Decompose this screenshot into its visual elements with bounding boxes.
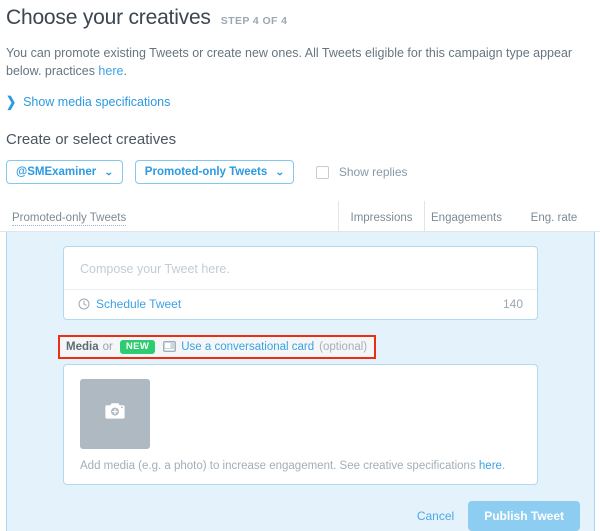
media-help-text-2: . — [501, 459, 506, 472]
best-practices-link[interactable]: here — [98, 64, 123, 78]
column-header-tweets-label[interactable]: Promoted-only Tweets — [12, 212, 127, 226]
composer-panel: Compose your Tweet here. Schedule Tweet … — [6, 232, 595, 531]
creative-specifications-link[interactable]: here — [479, 460, 502, 472]
creatives-step-page: Choose your creatives STEP 4 OF 4 You ca… — [0, 0, 600, 531]
page-title: Choose your creatives — [6, 6, 211, 29]
media-label-row: Media or NEW Use a conversational card (… — [58, 335, 377, 359]
tweet-type-dropdown-label: Promoted-only Tweets — [144, 166, 268, 178]
schedule-tweet-button[interactable]: Schedule Tweet — [78, 297, 181, 311]
media-help-text: Add media (e.g. a photo) to increase eng… — [80, 460, 521, 472]
media-upload-card: Add media (e.g. a photo) to increase eng… — [63, 363, 538, 485]
show-media-specifications-label: Show media specifications — [23, 95, 171, 109]
show-media-specifications-toggle[interactable]: ❯ Show media specifications — [6, 93, 171, 111]
media-or-text: or — [102, 340, 113, 353]
composer-actions: Cancel Publish Tweet — [7, 500, 580, 531]
cancel-button[interactable]: Cancel — [417, 509, 468, 523]
publish-tweet-button[interactable]: Publish Tweet — [468, 500, 580, 531]
conversational-card-icon — [163, 341, 177, 353]
intro-text-3: . — [123, 64, 127, 78]
column-header-impressions: Impressions — [338, 201, 424, 231]
camera-icon — [104, 402, 126, 425]
account-dropdown-label: @SMExaminer — [16, 166, 97, 178]
media-help-text-1: Add media (e.g. a photo) to increase eng… — [80, 459, 479, 472]
show-replies-label: Show replies — [338, 165, 408, 179]
chevron-down-icon: ⌄ — [275, 166, 285, 177]
media-label: Media — [66, 340, 99, 353]
clock-icon — [78, 298, 90, 310]
compose-tweet-input[interactable]: Compose your Tweet here. — [64, 247, 537, 289]
page-header: Choose your creatives STEP 4 OF 4 — [0, 0, 600, 30]
column-header-tweets: Promoted-only Tweets — [0, 212, 338, 231]
column-header-engagements: Engagements — [424, 201, 508, 231]
new-badge: NEW — [119, 340, 156, 354]
section-title: Create or select creatives — [6, 131, 177, 148]
show-replies-checkbox[interactable] — [315, 165, 329, 179]
character-counter: 140 — [502, 297, 523, 311]
tweet-type-dropdown[interactable]: Promoted-only Tweets ⌄ — [134, 160, 294, 184]
compose-tweet-card: Compose your Tweet here. Schedule Tweet … — [63, 246, 538, 320]
intro-text-2: practices — [44, 64, 99, 78]
media-label-row-wrapper: Media or NEW Use a conversational card (… — [58, 335, 538, 359]
column-header-eng-rate: Eng. rate — [530, 212, 578, 224]
intro-paragraph: You can promote existing Tweets or creat… — [6, 44, 596, 80]
chevron-right-icon: ❯ — [6, 93, 17, 111]
chevron-down-icon: ⌄ — [104, 166, 114, 177]
filter-bar: @SMExaminer ⌄ Promoted-only Tweets ⌄ Sho… — [6, 160, 600, 184]
compose-card-footer: Schedule Tweet 140 — [64, 289, 537, 319]
add-photo-button[interactable] — [80, 378, 150, 449]
creatives-table-header: Promoted-only Tweets Impressions Engagem… — [0, 201, 600, 232]
use-conversational-card-link[interactable]: Use a conversational card — [181, 341, 314, 353]
step-indicator: STEP 4 OF 4 — [220, 15, 288, 27]
account-dropdown[interactable]: @SMExaminer ⌄ — [6, 160, 123, 184]
schedule-tweet-label: Schedule Tweet — [96, 297, 182, 311]
optional-text: (optional) — [319, 340, 368, 353]
